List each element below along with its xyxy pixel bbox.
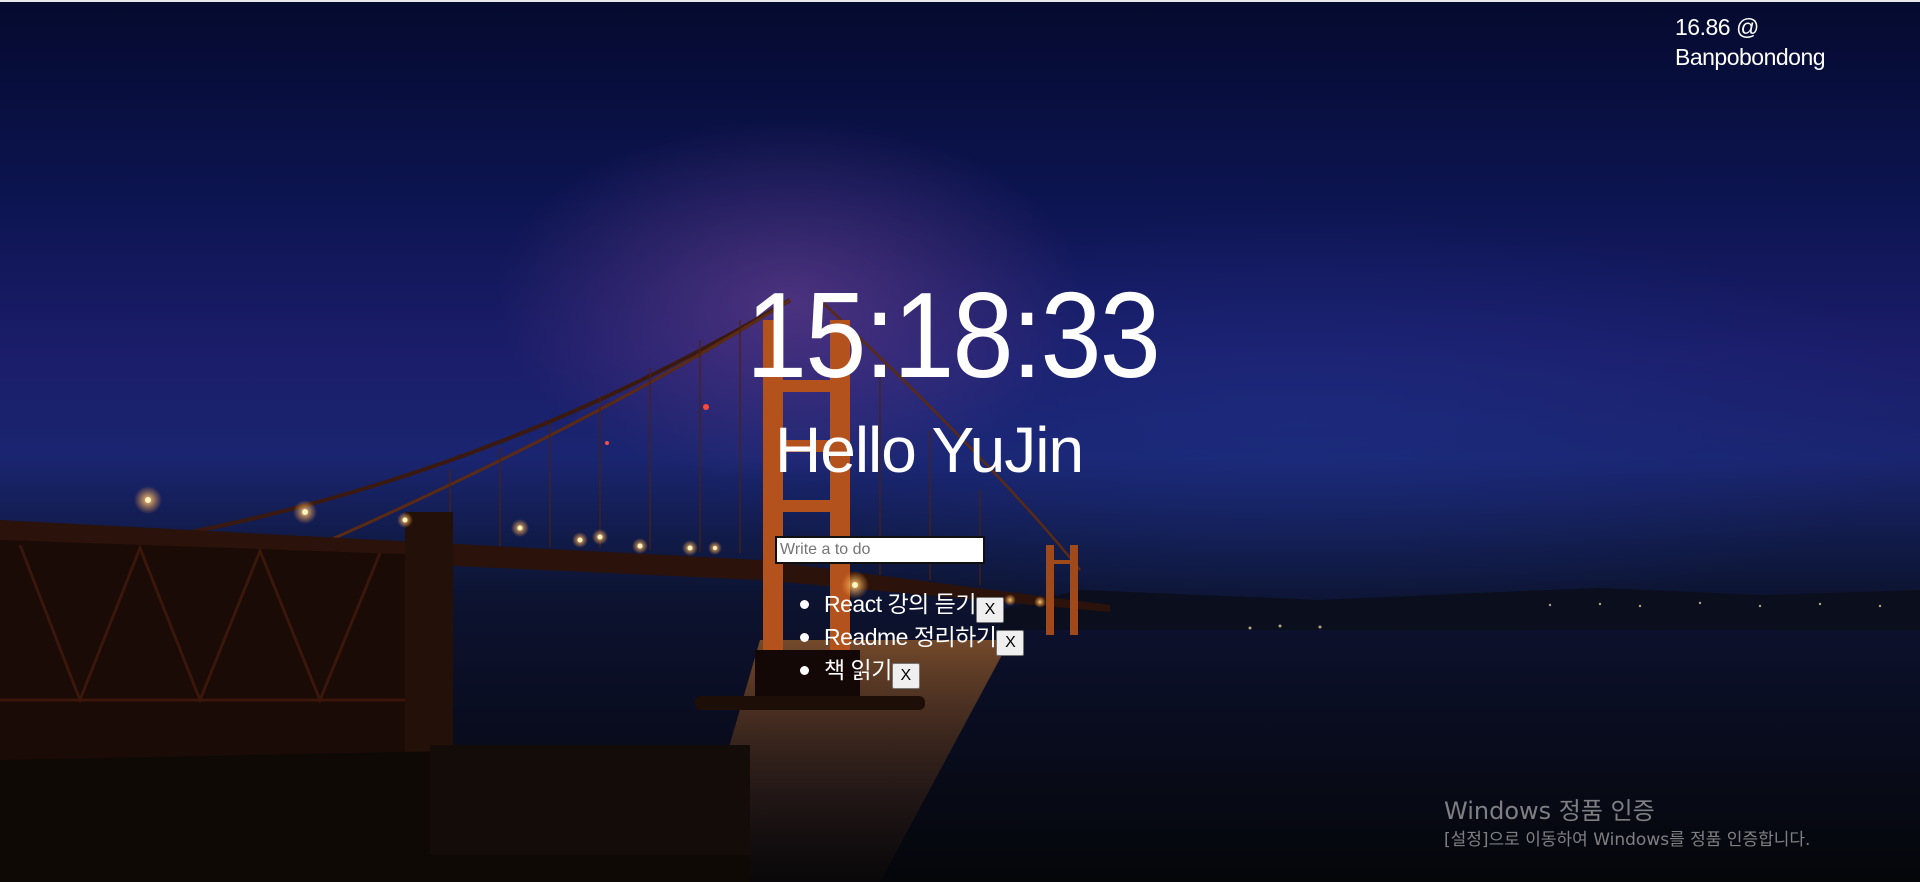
watermark-subtitle: [설정]으로 이동하여 Windows를 정품 인증합니다. (1444, 830, 1811, 850)
todo-item-label: 책 읽기 (824, 657, 892, 683)
delete-todo-button[interactable]: X (976, 596, 1005, 623)
todo-list: React 강의 듣기 X Readme 정리하기 X 책 읽기 X (800, 588, 1025, 689)
greeting-text: Hello YuJin (775, 414, 1084, 486)
delete-todo-button[interactable]: X (996, 629, 1025, 656)
delete-todo-button[interactable]: X (891, 662, 920, 689)
watermark-title: Windows 정품 인증 (1444, 797, 1655, 825)
todo-item: React 강의 듣기 X (800, 588, 1024, 623)
bullet-icon (800, 600, 809, 609)
todo-input[interactable] (775, 536, 985, 564)
weather-temperature: 16.86 @ (1675, 14, 1759, 40)
bullet-icon (800, 633, 809, 642)
todo-item: Readme 정리하기 X (800, 621, 1025, 656)
todo-item-label: Readme 정리하기 (824, 624, 997, 650)
weather-location: Banpobondong (1675, 44, 1826, 70)
windows-activation-watermark: Windows 정품 인증 [설정]으로 이동하여 Windows를 정품 인증… (1444, 796, 1810, 852)
todo-item-label: React 강의 듣기 (824, 591, 977, 617)
background-screen: 16.86 @ Banpobondong 15:18:33 Hello YuJi… (0, 0, 1920, 882)
bullet-icon (800, 666, 809, 675)
todo-form (775, 536, 985, 564)
clock-display: 15:18:33 (746, 267, 1161, 403)
weather-widget: 16.86 @ Banpobondong (1675, 12, 1875, 72)
todo-item: 책 읽기 X (800, 654, 1024, 689)
